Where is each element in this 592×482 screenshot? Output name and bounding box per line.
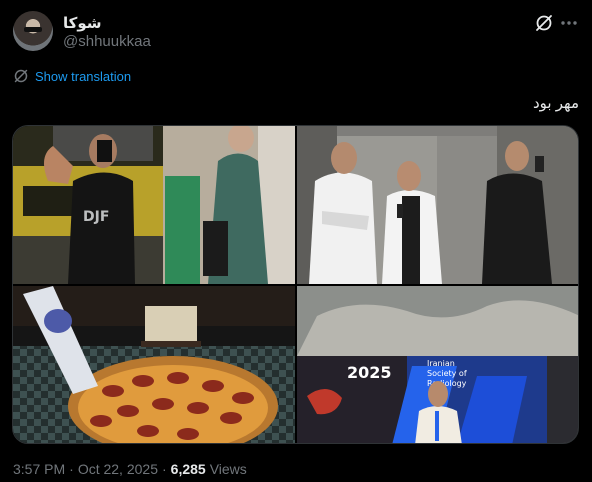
author-handle[interactable]: @shhuukkaa <box>63 33 151 50</box>
author-name[interactable]: شوکا <box>63 14 102 32</box>
media-grid: DJF 2025 Iranian Society of Radiology <box>12 125 579 444</box>
elevator-photo <box>297 126 578 284</box>
meta-separator-2: · <box>161 461 167 477</box>
tweet-text: مهر بود <box>533 95 579 112</box>
gym-photo: DJF <box>13 126 295 284</box>
grok-icon[interactable] <box>534 13 554 33</box>
congress-year: 2025 <box>347 363 392 382</box>
svg-text:DJF: DJF <box>83 209 109 225</box>
avatar[interactable] <box>13 11 53 51</box>
tweet-date[interactable]: Oct 22, 2025 <box>78 461 158 477</box>
avatar-glasses <box>24 27 42 32</box>
media-image-3[interactable] <box>13 286 295 443</box>
show-translation[interactable]: Show translation <box>13 68 131 84</box>
tweet-meta: 3:57 PM · Oct 22, 2025 · 6,285 Views <box>13 461 247 477</box>
more-icon[interactable] <box>558 12 580 34</box>
media-image-2[interactable] <box>297 126 578 284</box>
congress-name-1: Iranian <box>427 359 455 368</box>
meta-separator-1: · <box>69 461 74 477</box>
show-translation-label[interactable]: Show translation <box>35 69 131 84</box>
congress-name-2: Society of <box>427 369 467 378</box>
pizza-photo <box>13 286 295 443</box>
views-count[interactable]: 6,285 <box>171 461 206 477</box>
views-label: Views <box>209 461 247 477</box>
media-image-4[interactable]: 2025 Iranian Society of Radiology <box>297 286 578 443</box>
tweet-time[interactable]: 3:57 PM <box>13 461 65 477</box>
congress-photo: 2025 Iranian Society of Radiology <box>297 286 578 443</box>
media-image-1[interactable]: DJF <box>13 126 295 284</box>
translate-icon <box>14 69 28 83</box>
tweet-post: شوکا @shhuukkaa Show translation مهر بود <box>0 0 592 482</box>
